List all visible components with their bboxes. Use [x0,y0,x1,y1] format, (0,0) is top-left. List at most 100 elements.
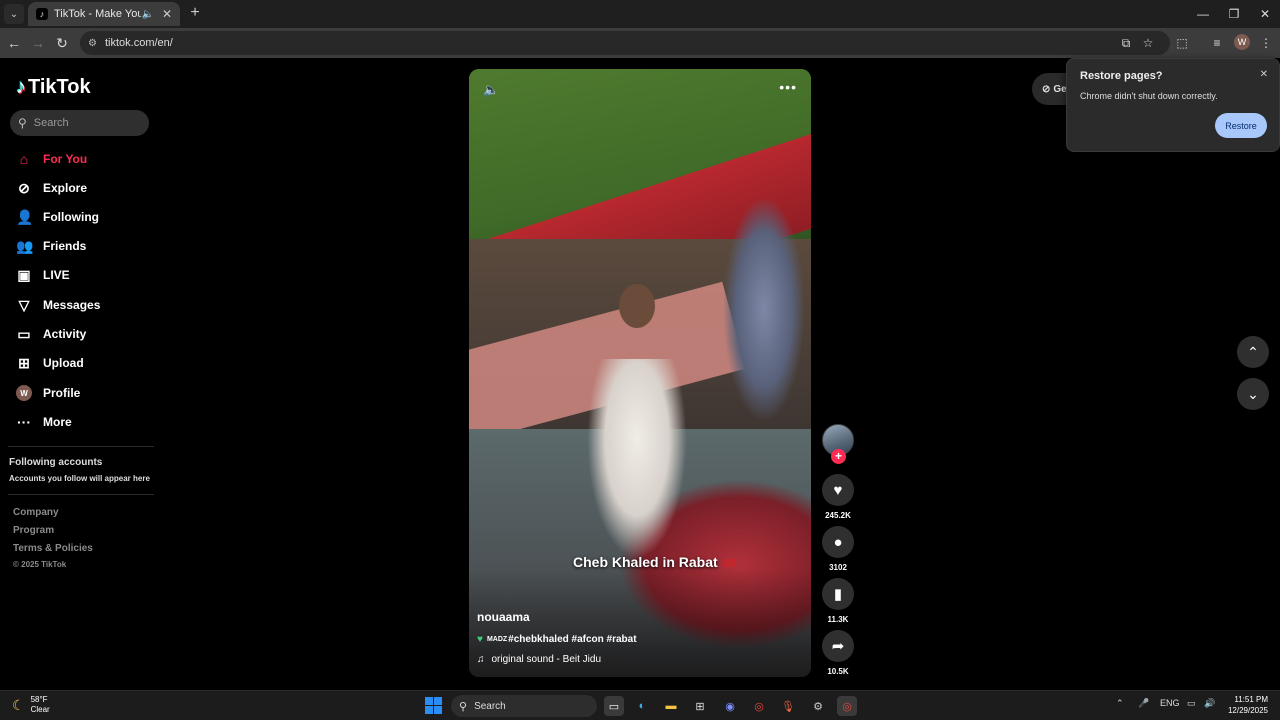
music-note-icon: ♫ [477,654,485,665]
friends-icon: 👥 [16,237,34,254]
edge-icon[interactable]: ◐ [632,696,652,716]
tab-search-button[interactable]: ⌄ [4,4,24,24]
search-box[interactable]: ⚲ [10,110,149,136]
address-bar[interactable]: ⚙ tiktok.com/en/ [80,31,1170,55]
user-follow-icon: 👤 [16,208,34,225]
tab-title: TikTok - Make Your Day [54,8,142,20]
taskbar: ☾ 58°F Clear ⚲ Search ▭ ◐ ▬ ⊞ ◉ ◎ 🎙 ⚙ ◎ … [0,690,1280,720]
clock-date: 12/29/2025 [1227,706,1268,715]
moon-icon: ☾ [12,696,25,713]
media-controls-icon[interactable]: ≡ [1207,33,1227,53]
more-options-icon[interactable]: ••• [779,79,797,95]
copyright: © 2025 TikTok [13,560,67,569]
browser-tab[interactable]: ♪ TikTok - Make Your Day 🔈 ✕ [28,2,180,26]
send-icon: ▽ [18,296,30,313]
minimize-button[interactable]: — [1187,0,1219,28]
compass-icon: ⊘ [18,179,30,196]
next-video-button[interactable]: ⌄ [1237,378,1269,410]
install-app-icon[interactable]: ⧉ [1116,33,1136,53]
nav-label: Friends [43,239,87,253]
task-view-icon[interactable]: ▭ [604,696,624,716]
search-icon: ⚲ [459,700,468,713]
tab-audio-icon[interactable]: 🔈 [141,9,153,20]
forward-button[interactable]: → [28,33,48,53]
windows-start-icon[interactable] [425,697,442,714]
comment-icon: ● [833,533,843,551]
footer-link-company[interactable]: Company [13,507,59,518]
following-accounts-title: Following accounts [9,457,103,468]
tiktok-logo[interactable]: ♪ TikTok [16,76,91,99]
nav-messages[interactable]: ▽ Messages [16,294,101,316]
reload-button[interactable]: ↻ [52,33,72,53]
close-icon[interactable]: ✕ [1260,69,1268,80]
tab-close-icon[interactable]: ✕ [162,7,172,21]
nav-label: Messages [43,298,101,312]
language-indicator[interactable]: ENG [1160,698,1180,708]
nav-profile[interactable]: W Profile [16,382,80,404]
avatar: W [16,385,32,401]
live-icon: ▣ [17,266,31,283]
share-button[interactable]: ➦ [822,630,854,662]
back-button[interactable]: ← [4,33,24,53]
tiktok-note-icon: ♪ [16,76,26,98]
site-info-icon[interactable]: ⚙ [88,38,97,49]
footer-link-program[interactable]: Program [13,525,54,536]
maximize-button[interactable]: ❐ [1218,0,1250,28]
volume-tray-icon[interactable]: 🔊 [1204,698,1215,709]
nav-label: Following [43,210,99,224]
nav-more[interactable]: ··· More [16,411,72,433]
new-tab-button[interactable]: + [186,4,204,22]
close-window-button[interactable]: ✕ [1249,0,1280,28]
chrome-icon[interactable]: ◎ [749,696,769,716]
system-clock[interactable]: 11:51 PM 12/29/2025 [1222,694,1268,716]
like-button[interactable]: ♥ [822,474,854,506]
settings-app-icon[interactable]: ⚙ [808,696,828,716]
tiktok-favicon-icon: ♪ [36,8,48,20]
nav-live[interactable]: ▣ LIVE [16,264,69,286]
taskbar-search[interactable]: ⚲ Search [451,695,597,717]
weather-condition: Clear [30,705,50,714]
nav-following[interactable]: 👤 Following [16,206,99,228]
bookmark-star-icon[interactable]: ☆ [1138,33,1158,53]
volume-icon[interactable]: 🔈 [483,82,499,98]
discord-icon[interactable]: ◉ [720,696,740,716]
tray-expand-icon[interactable]: ⌃ [1116,698,1124,709]
network-icon[interactable]: ▭ [1187,698,1196,709]
weather-widget[interactable]: ☾ 58°F Clear [12,695,50,715]
previous-video-button[interactable]: ⌃ [1237,336,1269,368]
hashtags[interactable]: #chebkhaled #afcon #rabat [508,634,636,645]
video-frame [619,284,655,328]
coin-icon: ⊘ [1042,83,1051,95]
nav-label: For You [43,152,88,166]
store-icon[interactable]: ⊞ [690,696,710,716]
follow-plus-icon[interactable]: + [831,449,846,464]
chrome-active-icon[interactable]: ◎ [837,696,857,716]
nav-friends[interactable]: 👥 Friends [16,235,86,257]
video-caption-overlay-text: Cheb Khaled in Rabat [573,554,718,570]
footer-link-terms[interactable]: Terms & Policies [13,543,93,554]
file-explorer-icon[interactable]: ▬ [661,696,681,716]
video-sound[interactable]: ♫ original sound - Beit Jidu [477,654,601,665]
nav-upload[interactable]: ⊞ Upload [16,352,84,374]
nav-for-you[interactable]: ⌂ For You [16,148,87,170]
save-count: 11.3K [827,615,849,624]
browser-toolbar: ← → ↻ ⚙ tiktok.com/en/ ⧉ ☆ ⬚ ≡ ⋮ [0,28,1280,58]
video-author[interactable]: nouaama [477,610,530,624]
comment-button[interactable]: ● [822,526,854,558]
upload-icon: ⊞ [18,354,30,371]
temperature: 58°F [30,695,48,704]
save-button[interactable]: ▮ [822,578,854,610]
nav-activity[interactable]: ▭ Activity [16,323,86,345]
divider [8,494,154,495]
video-caption-overlay: Cheb Khaled in Rabat [573,554,736,570]
restore-button[interactable]: Restore [1215,113,1267,138]
chrome-menu-icon[interactable]: ⋮ [1256,33,1276,53]
profile-avatar[interactable]: W [1234,34,1250,50]
extensions-icon[interactable]: ⬚ [1172,33,1192,53]
search-input[interactable] [33,117,134,129]
microphone-app-icon[interactable]: 🎙 [778,696,798,716]
video-description: ♥ MADZ #chebkhaled #afcon #rabat [477,634,637,645]
video-player[interactable]: 🔈 ••• Cheb Khaled in Rabat nouaama ♥ MAD… [469,69,811,677]
nav-explore[interactable]: ⊘ Explore [16,177,87,199]
mic-tray-icon[interactable]: 🎤 [1138,698,1149,709]
